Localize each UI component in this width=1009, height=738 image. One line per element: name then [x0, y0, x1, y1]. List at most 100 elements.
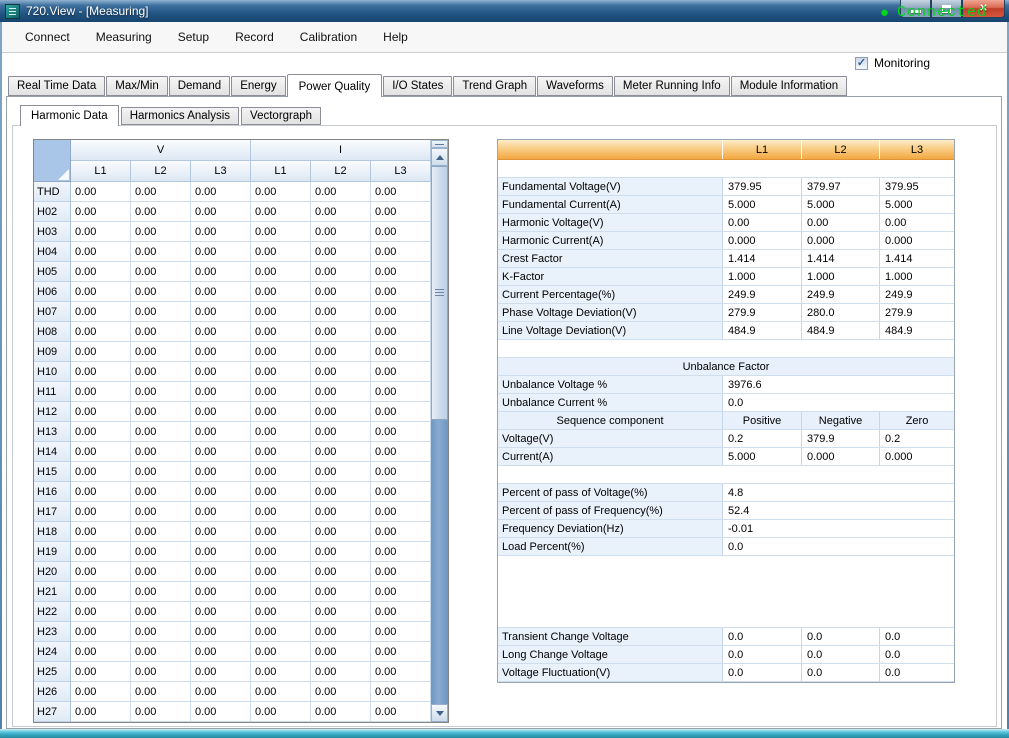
tab-demand[interactable]: Demand: [169, 76, 230, 96]
harmonic-cell[interactable]: 0.00: [191, 482, 251, 502]
harmonic-cell[interactable]: 0.00: [71, 562, 131, 582]
harmonic-cell[interactable]: 0.00: [251, 422, 311, 442]
harmonic-cell[interactable]: 0.00: [251, 382, 311, 402]
harmonic-cell[interactable]: 0.00: [191, 702, 251, 722]
harmonic-cell[interactable]: 0.00: [251, 522, 311, 542]
harmonic-cell[interactable]: 0.00: [311, 662, 371, 682]
harmonic-cell[interactable]: 0.00: [191, 562, 251, 582]
harmonic-cell[interactable]: 0.00: [191, 522, 251, 542]
harmonic-cell[interactable]: 0.00: [371, 502, 431, 522]
harmonic-cell[interactable]: 0.00: [71, 402, 131, 422]
harmonic-cell[interactable]: 0.00: [131, 562, 191, 582]
harmonic-cell[interactable]: 0.00: [311, 382, 371, 402]
harmonic-cell[interactable]: 0.00: [371, 362, 431, 382]
harmonic-cell[interactable]: 0.00: [191, 582, 251, 602]
harmonic-cell[interactable]: 0.00: [191, 402, 251, 422]
harmonic-cell[interactable]: 0.00: [371, 522, 431, 542]
harmonic-cell[interactable]: 0.00: [251, 202, 311, 222]
harmonic-cell[interactable]: 0.00: [71, 322, 131, 342]
harmonic-cell[interactable]: 0.00: [131, 342, 191, 362]
harmonic-cell[interactable]: 0.00: [71, 342, 131, 362]
harmonic-cell[interactable]: 0.00: [311, 402, 371, 422]
harmonic-cell[interactable]: 0.00: [251, 262, 311, 282]
harmonic-cell[interactable]: 0.00: [311, 482, 371, 502]
harmonic-cell[interactable]: 0.00: [131, 202, 191, 222]
harmonic-cell[interactable]: 0.00: [311, 522, 371, 542]
harmonic-cell[interactable]: 0.00: [311, 682, 371, 702]
harmonic-cell[interactable]: 0.00: [251, 702, 311, 722]
harmonic-cell[interactable]: 0.00: [311, 262, 371, 282]
harmonic-cell[interactable]: 0.00: [71, 502, 131, 522]
scrollbar-split-handle[interactable]: [431, 140, 448, 148]
harmonic-cell[interactable]: 0.00: [131, 582, 191, 602]
harmonic-cell[interactable]: 0.00: [251, 482, 311, 502]
harmonic-cell[interactable]: 0.00: [71, 622, 131, 642]
harmonic-cell[interactable]: 0.00: [131, 682, 191, 702]
harmonic-cell[interactable]: 0.00: [71, 302, 131, 322]
harmonic-cell[interactable]: 0.00: [371, 222, 431, 242]
tab-power-quality[interactable]: Power Quality: [287, 74, 383, 97]
harmonic-cell[interactable]: 0.00: [251, 362, 311, 382]
menu-item-measuring[interactable]: Measuring: [83, 26, 165, 48]
tab-max-min[interactable]: Max/Min: [106, 76, 167, 96]
harmonic-cell[interactable]: 0.00: [371, 462, 431, 482]
scrollbar-track[interactable]: [431, 420, 448, 704]
harmonic-cell[interactable]: 0.00: [371, 342, 431, 362]
harmonic-cell[interactable]: 0.00: [191, 382, 251, 402]
harmonic-cell[interactable]: 0.00: [371, 282, 431, 302]
harmonic-cell[interactable]: 0.00: [251, 502, 311, 522]
harmonic-corner-cell[interactable]: [34, 140, 71, 182]
harmonic-cell[interactable]: 0.00: [251, 282, 311, 302]
harmonic-cell[interactable]: 0.00: [311, 342, 371, 362]
harmonic-cell[interactable]: 0.00: [71, 662, 131, 682]
harmonic-cell[interactable]: 0.00: [251, 402, 311, 422]
harmonic-cell[interactable]: 0.00: [191, 462, 251, 482]
harmonic-cell[interactable]: 0.00: [131, 382, 191, 402]
harmonic-cell[interactable]: 0.00: [131, 702, 191, 722]
harmonic-cell[interactable]: 0.00: [371, 582, 431, 602]
harmonic-cell[interactable]: 0.00: [311, 502, 371, 522]
harmonic-cell[interactable]: 0.00: [311, 282, 371, 302]
vertical-scrollbar[interactable]: [431, 140, 448, 722]
harmonic-cell[interactable]: 0.00: [311, 302, 371, 322]
harmonic-cell[interactable]: 0.00: [311, 182, 371, 202]
harmonic-cell[interactable]: 0.00: [131, 642, 191, 662]
monitoring-checkbox[interactable]: ✓: [855, 57, 868, 70]
harmonic-cell[interactable]: 0.00: [371, 422, 431, 442]
harmonic-cell[interactable]: 0.00: [71, 702, 131, 722]
harmonic-cell[interactable]: 0.00: [191, 302, 251, 322]
harmonic-cell[interactable]: 0.00: [191, 342, 251, 362]
harmonic-cell[interactable]: 0.00: [131, 462, 191, 482]
harmonic-cell[interactable]: 0.00: [71, 642, 131, 662]
harmonic-cell[interactable]: 0.00: [71, 202, 131, 222]
harmonic-cell[interactable]: 0.00: [371, 482, 431, 502]
menu-item-record[interactable]: Record: [222, 26, 287, 48]
harmonic-cell[interactable]: 0.00: [191, 182, 251, 202]
menu-item-calibration[interactable]: Calibration: [287, 26, 370, 48]
harmonic-cell[interactable]: 0.00: [191, 442, 251, 462]
harmonic-cell[interactable]: 0.00: [311, 542, 371, 562]
harmonic-cell[interactable]: 0.00: [131, 542, 191, 562]
harmonic-cell[interactable]: 0.00: [191, 662, 251, 682]
harmonic-cell[interactable]: 0.00: [251, 562, 311, 582]
harmonic-cell[interactable]: 0.00: [191, 502, 251, 522]
harmonic-cell[interactable]: 0.00: [131, 662, 191, 682]
harmonic-cell[interactable]: 0.00: [251, 322, 311, 342]
harmonic-cell[interactable]: 0.00: [71, 242, 131, 262]
harmonic-cell[interactable]: 0.00: [311, 642, 371, 662]
harmonic-cell[interactable]: 0.00: [191, 602, 251, 622]
harmonic-cell[interactable]: 0.00: [191, 262, 251, 282]
harmonic-cell[interactable]: 0.00: [131, 502, 191, 522]
harmonic-cell[interactable]: 0.00: [311, 562, 371, 582]
scroll-down-button[interactable]: [431, 704, 448, 722]
harmonic-cell[interactable]: 0.00: [131, 262, 191, 282]
harmonic-cell[interactable]: 0.00: [191, 322, 251, 342]
harmonic-cell[interactable]: 0.00: [371, 322, 431, 342]
harmonic-cell[interactable]: 0.00: [71, 262, 131, 282]
harmonic-cell[interactable]: 0.00: [371, 442, 431, 462]
harmonic-cell[interactable]: 0.00: [311, 702, 371, 722]
harmonic-cell[interactable]: 0.00: [371, 702, 431, 722]
harmonic-cell[interactable]: 0.00: [251, 242, 311, 262]
harmonic-cell[interactable]: 0.00: [71, 442, 131, 462]
harmonic-cell[interactable]: 0.00: [311, 242, 371, 262]
